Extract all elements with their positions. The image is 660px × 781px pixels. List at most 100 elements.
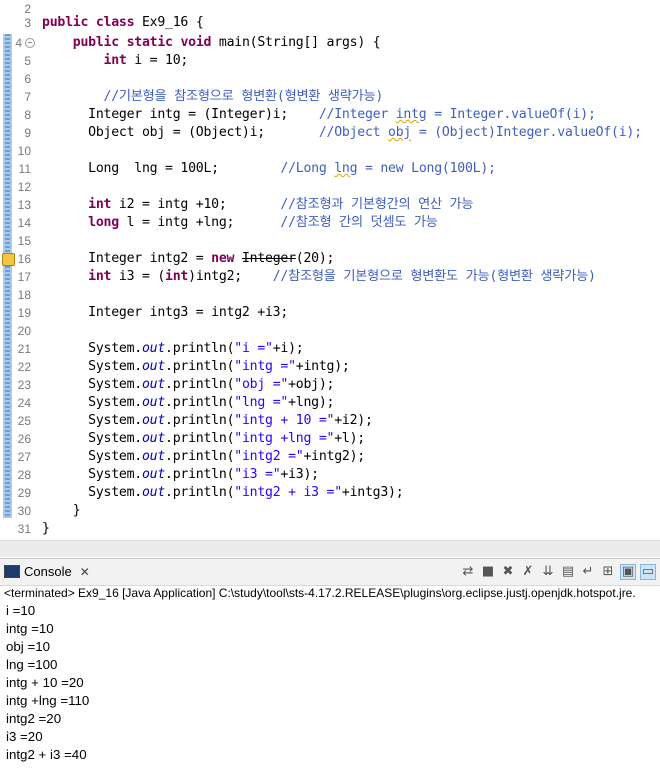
- code-line[interactable]: 16 Integer intg2 = new Integer(20);: [0, 250, 660, 268]
- line-number: 19: [17, 306, 31, 320]
- console-tab-bar: Console ✕ ⇄ ■ ✖ ✗ ⇊ ▤ ↵ ⊞ ▣ ▭: [0, 558, 660, 586]
- line-number: 24: [17, 396, 31, 410]
- line-number: 5: [24, 54, 31, 68]
- code-text: System.out.println("intg + 10 ="+i2);: [42, 413, 373, 428]
- line-number: 16: [17, 252, 31, 266]
- code-editor[interactable]: 2 3 public class Ex9_16 { 4− public stati…: [0, 0, 660, 540]
- code-line[interactable]: 26 System.out.println("intg +lng ="+l);: [0, 430, 660, 448]
- scroll-lock-icon[interactable]: ⇊: [540, 564, 556, 580]
- line-number: 23: [17, 378, 31, 392]
- code-text: int i2 = intg +10; //참조형과 기본형간의 연산 가능: [88, 197, 474, 212]
- line-number: 3: [24, 16, 31, 30]
- code-text: System.out.println("i3 ="+i3);: [42, 467, 319, 482]
- code-line[interactable]: 20: [0, 322, 660, 340]
- code-line[interactable]: 4− public static void main(String[] args…: [0, 34, 660, 52]
- code-line[interactable]: 13 int i2 = intg +10; //참조형과 기본형간의 연산 가능: [0, 196, 660, 214]
- line-number: 6: [24, 72, 31, 86]
- code-line[interactable]: 27 System.out.println("intg2 ="+intg2);: [0, 448, 660, 466]
- code-text: //기본형을 참조형으로 형변환(형변환 생략가능): [103, 89, 384, 104]
- line-number: 14: [17, 216, 31, 230]
- pin-console-icon[interactable]: ⊞: [600, 564, 616, 580]
- code-text: Integer intg2 = new Integer(20);: [42, 251, 335, 266]
- code-line[interactable]: 19 Integer intg3 = intg2 +i3;: [0, 304, 660, 322]
- line-number: 28: [17, 468, 31, 482]
- console-output-line: intg +lng =110: [6, 693, 90, 708]
- code-line[interactable]: 3 public class Ex9_16 {: [0, 14, 660, 32]
- code-line[interactable]: 8 Integer intg = (Integer)i; //Integer i…: [0, 106, 660, 124]
- code-line[interactable]: 30 }: [0, 502, 660, 520]
- code-line[interactable]: 7 //기본형을 참조형으로 형변환(형변환 생략가능): [0, 88, 660, 106]
- code-line[interactable]: 17 int i3 = (int)intg2; //참조형을 기본형으로 형변환…: [0, 268, 660, 286]
- code-text: Long lng = 100L; //Long lng = new Long(1…: [42, 161, 496, 176]
- code-text: Object obj = (Object)i; //Object obj = (…: [42, 125, 642, 140]
- code-text: long l = intg +lng; //참조형 간의 덧셈도 가능: [88, 215, 438, 230]
- line-number: 17: [17, 270, 31, 284]
- console-status-line: <terminated> Ex9_16 [Java Application] C…: [4, 586, 636, 600]
- horizontal-scrollbar[interactable]: [0, 540, 660, 557]
- line-number: 29: [17, 486, 31, 500]
- code-text: Integer intg = (Integer)i; //Integer int…: [42, 107, 596, 122]
- console-output-line: lng =100: [6, 657, 58, 672]
- remove-all-terminated-icon[interactable]: ✖: [500, 564, 516, 580]
- code-line[interactable]: 9 Object obj = (Object)i; //Object obj =…: [0, 124, 660, 142]
- show-on-output-icon[interactable]: ▣: [620, 564, 636, 580]
- collapse-icon[interactable]: −: [25, 38, 35, 48]
- console-output-line: intg2 =20: [6, 711, 62, 726]
- code-line[interactable]: 15: [0, 232, 660, 250]
- line-number: 12: [17, 180, 31, 194]
- console-output-line: intg2 + i3 =40: [6, 747, 87, 762]
- tab-console-label: Console: [24, 564, 72, 579]
- code-line[interactable]: 5 int i = 10;: [0, 52, 660, 70]
- line-number: 18: [17, 288, 31, 302]
- line-number: 10: [17, 144, 31, 158]
- line-number: 25: [17, 414, 31, 428]
- remove-launch-icon[interactable]: ⇄: [460, 564, 476, 580]
- console-output-line: i3 =20: [6, 729, 43, 744]
- code-text: System.out.println("intg2 ="+intg2);: [42, 449, 366, 464]
- code-line[interactable]: 28 System.out.println("i3 ="+i3);: [0, 466, 660, 484]
- code-line[interactable]: 25 System.out.println("intg + 10 ="+i2);: [0, 412, 660, 430]
- line-number: 13: [17, 198, 31, 212]
- code-text: }: [42, 503, 81, 518]
- console-output-line: intg + 10 =20: [6, 675, 84, 690]
- code-text: public static void main(String[] args) {: [72, 35, 381, 50]
- code-text: System.out.println("obj ="+obj);: [42, 377, 335, 392]
- console-output-line: intg =10: [6, 621, 54, 636]
- line-number: 22: [17, 360, 31, 374]
- remove-all-icon[interactable]: ✗: [520, 564, 536, 580]
- code-text: System.out.println("intg ="+intg);: [42, 359, 350, 374]
- console-output-line: obj =10: [6, 639, 50, 654]
- line-number: 27: [17, 450, 31, 464]
- code-line[interactable]: 10: [0, 142, 660, 160]
- code-line[interactable]: 21 System.out.println("i ="+i);: [0, 340, 660, 358]
- code-text: System.out.println("intg2 + i3 ="+intg3)…: [42, 485, 404, 500]
- code-line[interactable]: 29 System.out.println("intg2 + i3 ="+int…: [0, 484, 660, 502]
- code-line[interactable]: 18: [0, 286, 660, 304]
- close-icon[interactable]: ✕: [80, 565, 90, 579]
- code-text: int i3 = (int)intg2; //참조형을 기본형으로 형변환도 가…: [88, 269, 596, 284]
- line-number: 30: [17, 504, 31, 518]
- code-line[interactable]: 31}: [0, 520, 660, 538]
- code-line[interactable]: 24 System.out.println("lng ="+lng);: [0, 394, 660, 412]
- line-number: 4: [15, 36, 22, 50]
- code-line[interactable]: 6: [0, 70, 660, 88]
- code-line[interactable]: 23 System.out.println("obj ="+obj);: [0, 376, 660, 394]
- line-number: 15: [17, 234, 31, 248]
- code-line[interactable]: 12: [0, 178, 660, 196]
- line-number: 7: [24, 90, 31, 104]
- code-line[interactable]: 22 System.out.println("intg ="+intg);: [0, 358, 660, 376]
- console-output[interactable]: i =10 intg =10 obj =10 lng =100 intg + 1…: [6, 602, 656, 764]
- line-number: 11: [18, 162, 31, 176]
- display-selected-console-icon[interactable]: ▭: [640, 564, 656, 580]
- code-line[interactable]: 14 long l = intg +lng; //참조형 간의 덧셈도 가능: [0, 214, 660, 232]
- line-number: 31: [17, 522, 31, 536]
- word-wrap-icon[interactable]: ↵: [580, 564, 596, 580]
- tab-console[interactable]: Console ✕: [4, 562, 90, 582]
- code-line[interactable]: 11 Long lng = 100L; //Long lng = new Lon…: [0, 160, 660, 178]
- line-number: 8: [24, 108, 31, 122]
- code-text: }: [42, 521, 50, 536]
- code-text: int i = 10;: [103, 53, 189, 68]
- clear-console-icon[interactable]: ▤: [560, 564, 576, 580]
- code-text: System.out.println("lng ="+lng);: [42, 395, 335, 410]
- terminate-icon[interactable]: ■: [480, 564, 496, 580]
